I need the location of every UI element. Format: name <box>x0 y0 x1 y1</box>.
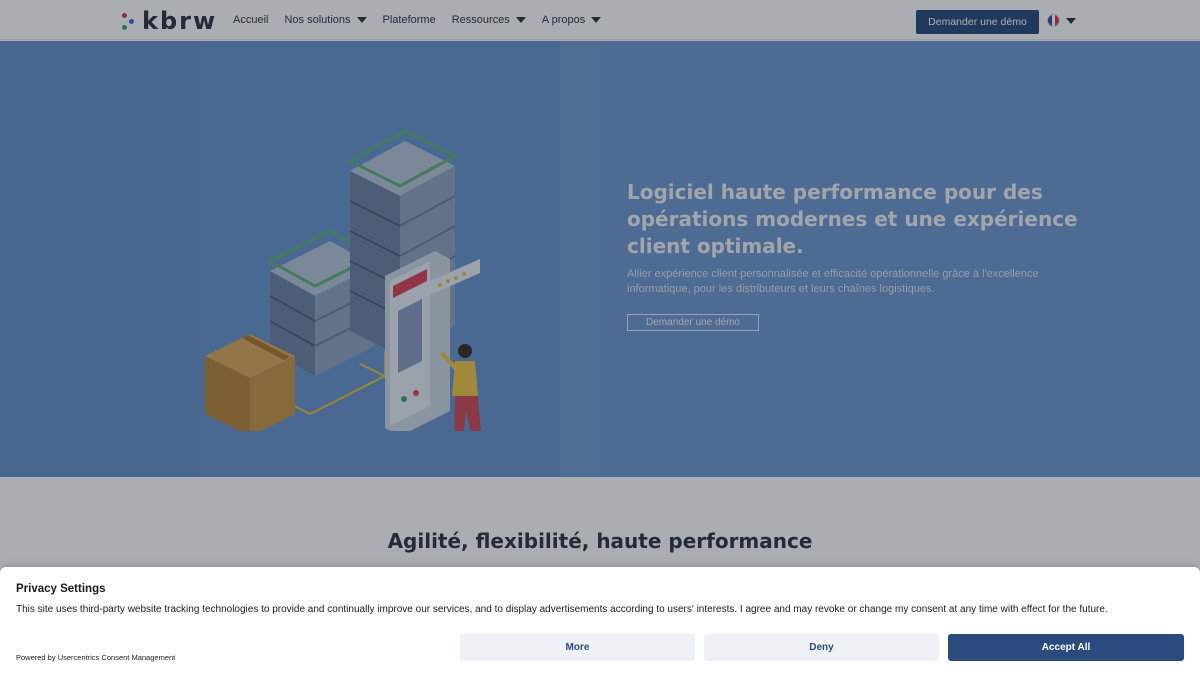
privacy-settings-title: Privacy Settings <box>16 583 106 595</box>
powered-by-link[interactable]: Powered by Usercentrics Consent Manageme… <box>16 653 175 662</box>
accept-all-button[interactable]: Accept All <box>948 634 1184 661</box>
deny-button[interactable]: Deny <box>704 634 939 661</box>
privacy-settings-text: This site uses third-party website track… <box>16 604 1108 615</box>
privacy-settings-banner: Privacy Settings This site uses third-pa… <box>0 567 1200 677</box>
more-button[interactable]: More <box>460 634 695 661</box>
